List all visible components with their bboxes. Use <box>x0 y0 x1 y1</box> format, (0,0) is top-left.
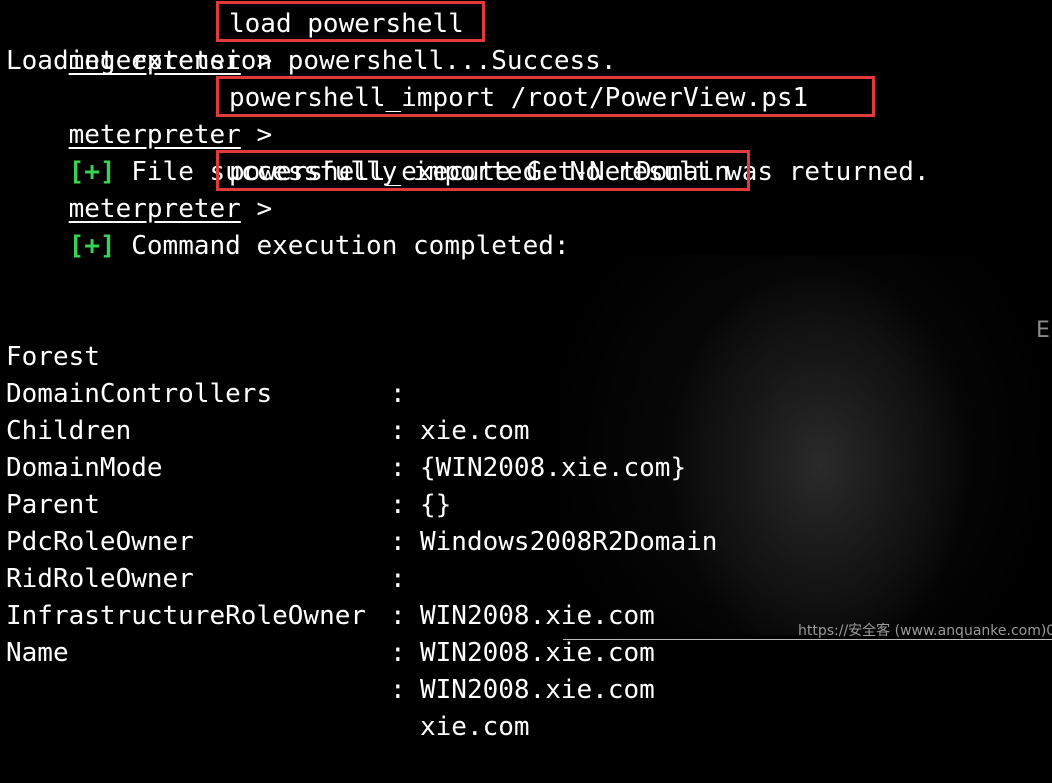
command-text: powershell_execute Get-NetDomain <box>229 157 730 187</box>
watermark-text: https://安全客 (www.anquanke.com)092 <box>798 623 1052 639</box>
result-row-forest: Forest : xie.com <box>6 302 1006 446</box>
result-row-infrastructure-role-owner: InfrastructureRoleOwner : WIN2008.xie.co… <box>6 561 1006 705</box>
result-value: xie.com <box>420 712 530 742</box>
result-separator: : <box>390 675 406 705</box>
result-key: Name <box>6 638 69 668</box>
background-mark: E <box>1036 318 1050 343</box>
result-value: WIN2008.xie.com <box>420 675 655 705</box>
terminal-line-output: Loading extension powershell...Success. <box>6 46 617 76</box>
command-text: powershell_import /root/PowerView.ps1 <box>229 83 809 113</box>
success-marker: [+] <box>68 231 116 261</box>
result-row-domain-controllers: DomainControllers : {WIN2008.xie.com} <box>6 339 1006 483</box>
result-row-rid-role-owner: RidRoleOwner : WIN2008.xie.com <box>6 524 1006 668</box>
result-row-parent: Parent : <box>6 450 1006 557</box>
status-text: Command execution completed: <box>131 231 570 261</box>
result-separator: : <box>390 638 406 668</box>
result-row-pdc-role-owner: PdcRoleOwner : WIN2008.xie.com <box>6 487 1006 631</box>
terminal-line-status: [+] File successfully imported. No resul… <box>6 117 930 187</box>
command-text: load powershell <box>229 9 464 39</box>
result-row-domain-mode: DomainMode : Windows2008R2Domain <box>6 413 1006 557</box>
result-value: WIN2008.xie.com <box>420 638 655 668</box>
result-row-children: Children : {} <box>6 376 1006 520</box>
terminal-line-status: [+] Command execution completed: <box>6 191 570 261</box>
